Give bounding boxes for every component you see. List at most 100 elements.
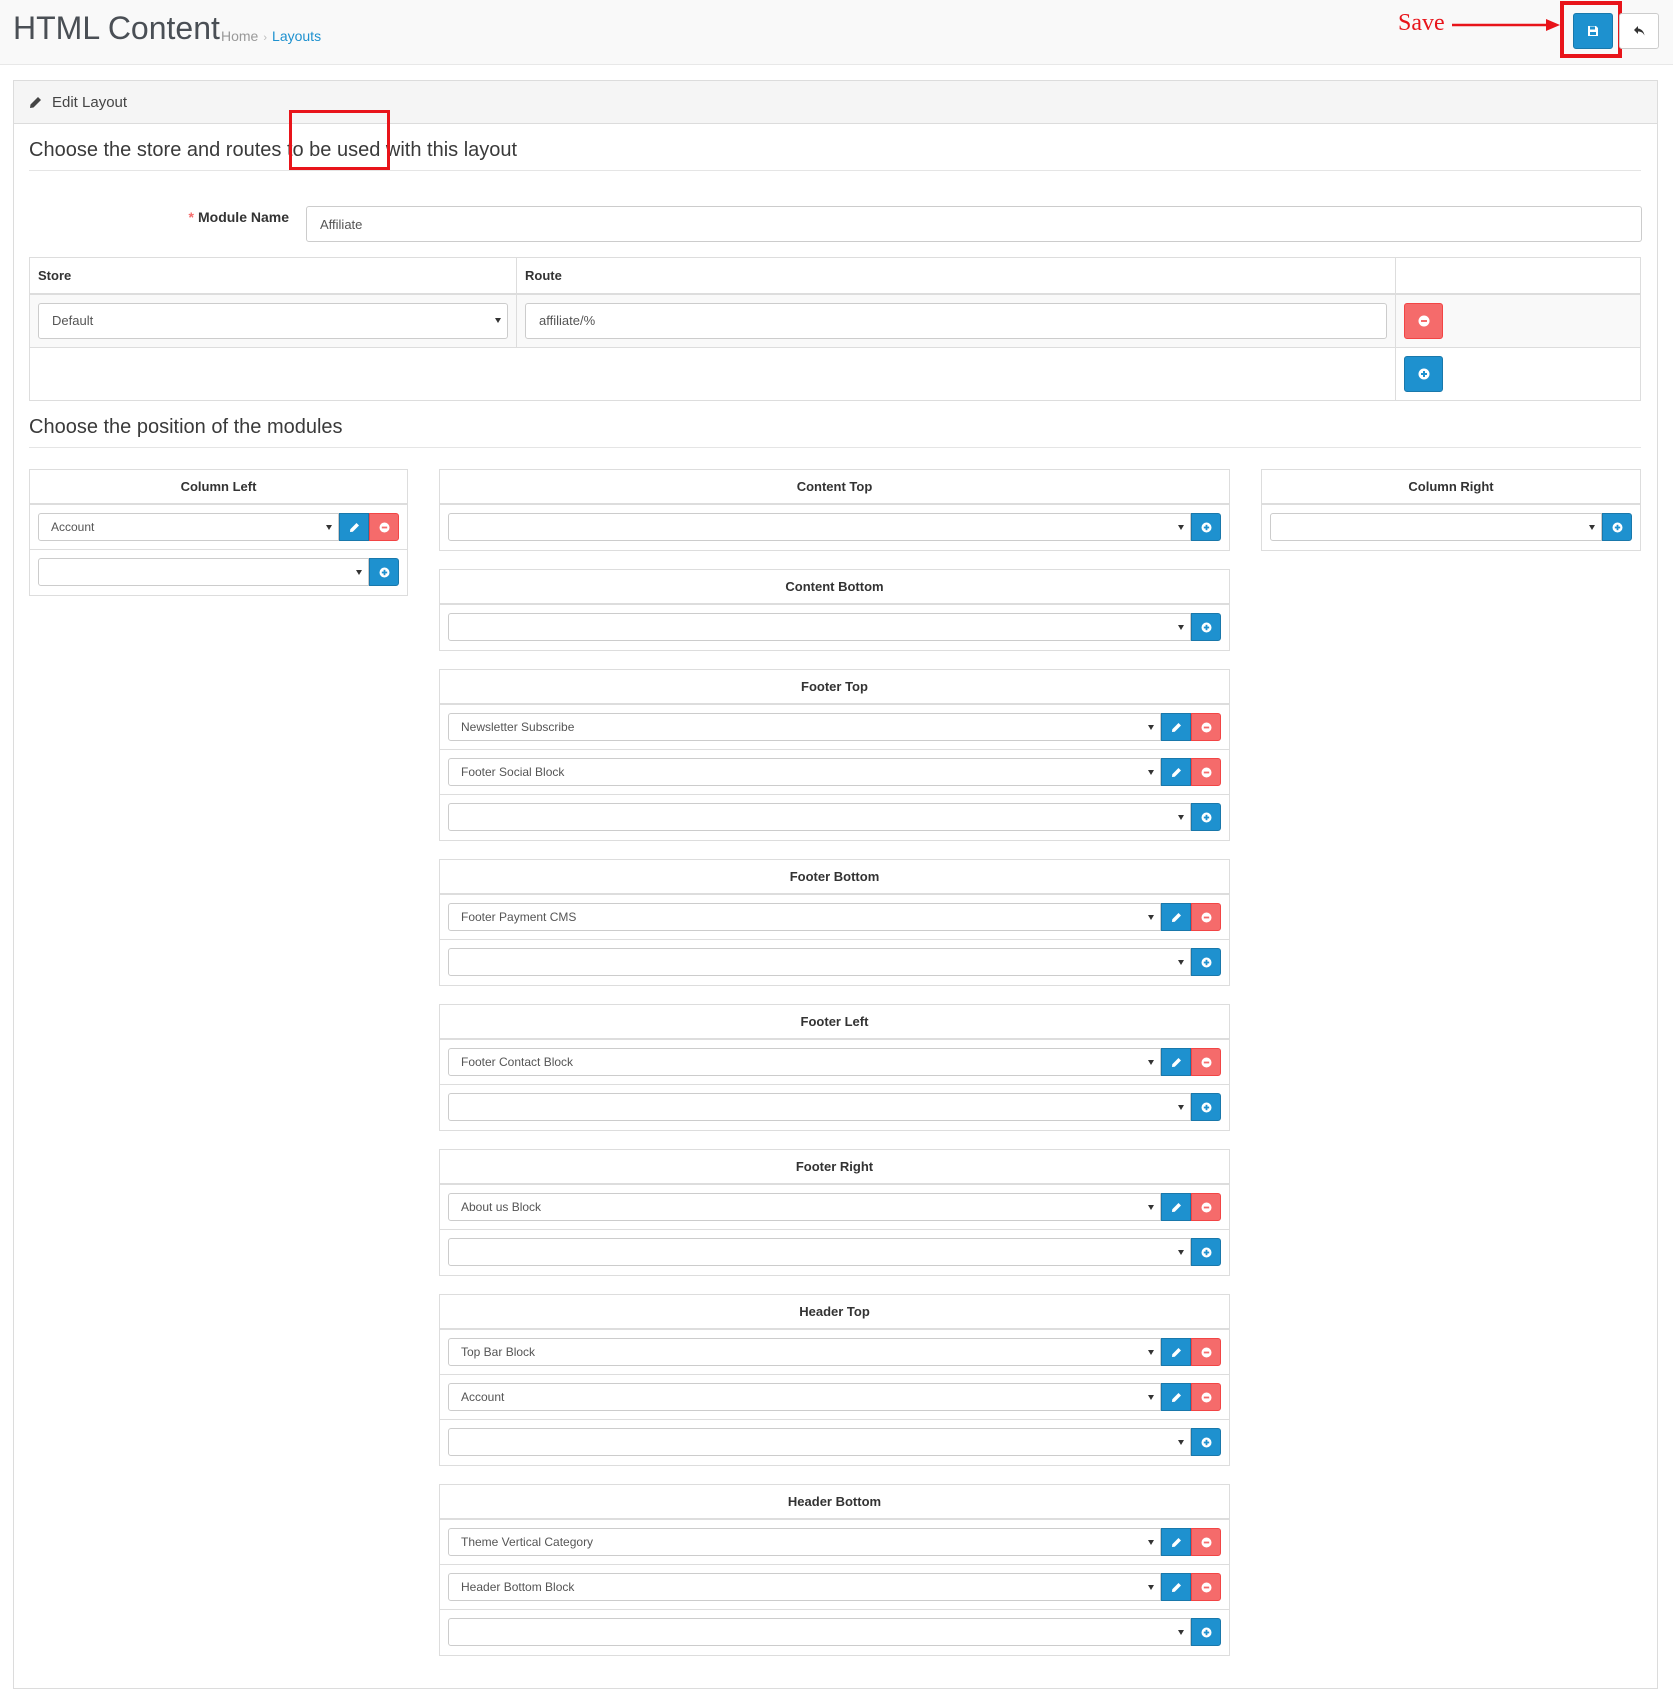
edit-module-button[interactable] [1161,713,1191,741]
add-module-button[interactable] [1191,613,1221,641]
minus-circle-icon [1201,722,1212,733]
module-select-empty[interactable] [448,948,1191,976]
module-select-empty[interactable] [1270,513,1602,541]
edit-module-button[interactable] [1161,1193,1191,1221]
module-select-empty[interactable] [448,1238,1191,1266]
add-route-button[interactable] [1404,356,1443,392]
minus-circle-icon [1201,1347,1212,1358]
module-select-empty[interactable] [448,1428,1191,1456]
add-module-button[interactable] [1191,1618,1221,1646]
caret-down-icon [1178,1630,1184,1635]
add-module-button[interactable] [1191,1428,1221,1456]
module-select[interactable]: Footer Social Block [448,758,1161,786]
edit-module-button[interactable] [1161,1338,1191,1366]
remove-module-button[interactable] [1191,1383,1221,1411]
remove-module-button[interactable] [1191,1048,1221,1076]
breadcrumb-layouts[interactable]: Layouts [272,28,321,44]
remove-module-button[interactable] [1191,1528,1221,1556]
back-button[interactable] [1619,13,1659,49]
edit-module-button[interactable] [1161,1383,1191,1411]
module-select[interactable]: Account [38,513,339,541]
breadcrumb-home[interactable]: Home [221,28,258,44]
position-content-bottom: Content Bottom [439,569,1230,651]
module-select-empty[interactable] [448,1093,1191,1121]
module-row: Account [440,1375,1229,1420]
edit-module-button[interactable] [1161,903,1191,931]
breadcrumb: Home › Layouts [221,28,321,44]
position-footer-top: Footer Top Newsletter Subscribe Footer Soc… [439,669,1230,841]
page-header: HTML Content Home › Layouts Save [0,0,1673,65]
add-module-button[interactable] [1191,803,1221,831]
remove-module-button[interactable] [1191,758,1221,786]
caret-down-icon [1178,525,1184,530]
remove-module-button[interactable] [369,513,399,541]
module-row: Footer Social Block [440,750,1229,795]
footer-right-title: Footer Right [440,1150,1229,1185]
footer-bottom-title: Footer Bottom [440,860,1229,895]
module-name-label: * Module Name [29,209,289,225]
caret-down-icon [1148,1540,1154,1545]
add-module-button[interactable] [369,558,399,586]
add-module-button[interactable] [1191,948,1221,976]
add-module-button[interactable] [1191,513,1221,541]
action-column-header [1395,257,1641,295]
remove-module-button[interactable] [1191,1193,1221,1221]
edit-layout-panel: Edit Layout Choose the store and routes … [13,80,1658,1689]
position-footer-bottom: Footer Bottom Footer Payment CMS [439,859,1230,986]
remove-module-button[interactable] [1191,903,1221,931]
module-select[interactable]: Footer Payment CMS [448,903,1161,931]
module-row-add [440,940,1229,985]
pencil-icon [1171,1582,1182,1593]
table-row: Default affiliate/% [29,293,1641,348]
module-select[interactable]: Top Bar Block [448,1338,1161,1366]
add-module-button[interactable] [1191,1093,1221,1121]
module-select-empty[interactable] [38,558,369,586]
module-select-value: Footer Payment CMS [461,910,577,924]
remove-module-button[interactable] [1191,1338,1221,1366]
pencil-icon [1171,722,1182,733]
plus-circle-icon [1201,622,1212,633]
save-icon [1588,26,1598,36]
module-select-value: Theme Vertical Category [461,1535,594,1549]
caret-down-icon [1178,1250,1184,1255]
module-select[interactable]: Theme Vertical Category [448,1528,1161,1556]
edit-module-button[interactable] [1161,1048,1191,1076]
module-select[interactable]: Account [448,1383,1161,1411]
module-select-value: Footer Social Block [461,765,565,779]
module-select-empty[interactable] [448,803,1191,831]
save-annotation-label: Save [1398,10,1445,36]
module-select-value: Account [51,520,95,534]
route-input[interactable]: affiliate/% [525,302,1387,339]
module-select-empty[interactable] [448,513,1191,541]
edit-module-button[interactable] [1161,1573,1191,1601]
module-name-row: * Module Name [29,193,1642,248]
route-cell: affiliate/% [516,293,1396,348]
module-select[interactable]: About us Block [448,1193,1161,1221]
module-name-input[interactable] [306,206,1642,242]
module-select-empty[interactable] [448,1618,1191,1646]
save-button[interactable] [1573,13,1613,49]
edit-module-button[interactable] [1161,1528,1191,1556]
plus-circle-icon [1201,1102,1212,1113]
module-select[interactable]: Newsletter Subscribe [448,713,1161,741]
module-select[interactable]: Footer Contact Block [448,1048,1161,1076]
add-module-button[interactable] [1602,513,1632,541]
module-select[interactable]: Header Bottom Block [448,1573,1161,1601]
store-select[interactable]: Default [38,302,508,339]
header-bottom-title: Header Bottom [440,1485,1229,1520]
edit-module-button[interactable] [1161,758,1191,786]
minus-circle-icon [1201,912,1212,923]
route-action-cell [1395,293,1641,348]
remove-module-button[interactable] [1191,713,1221,741]
module-select-value: Header Bottom Block [461,1580,575,1594]
minus-circle-icon [1201,1057,1212,1068]
edit-module-button[interactable] [339,513,369,541]
remove-route-button[interactable] [1404,302,1443,339]
remove-module-button[interactable] [1191,1573,1221,1601]
pencil-icon [349,522,360,533]
page-title: HTML Content [13,10,220,46]
add-module-button[interactable] [1191,1238,1221,1266]
required-mark: * [188,209,194,225]
module-select-empty[interactable] [448,613,1191,641]
content-bottom-title: Content Bottom [440,570,1229,605]
